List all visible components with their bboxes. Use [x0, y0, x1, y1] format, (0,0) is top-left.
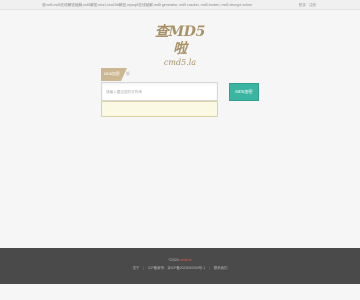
footer-separator: |	[209, 266, 210, 270]
site-description: 查md5,md5在线解密破解,md5解密,sha1,sha256解密,mysql…	[42, 3, 252, 7]
logo-title: 查MD5啦	[154, 24, 206, 57]
tab-encrypt[interactable]: MD5加密	[101, 68, 127, 81]
search-input[interactable]	[101, 82, 218, 101]
top-bar: 查md5,md5在线解密破解,md5解密,sha1,sha256解密,mysql…	[0, 0, 360, 10]
register-link[interactable]: 注册	[309, 3, 316, 7]
footer-about-link[interactable]: 关于	[133, 266, 140, 270]
account-links: 登录 注册	[297, 0, 316, 9]
footer-links: 关于 | ICP备案号：京ICP备2023000000号-1 | 联系我们	[0, 265, 360, 270]
copyright-site[interactable]: cmd5.la	[180, 258, 192, 262]
result-box	[101, 101, 218, 117]
submit-button[interactable]: MD5加密	[229, 83, 259, 101]
login-link[interactable]: 登录	[299, 3, 306, 7]
tab-decrypt[interactable]: 解密	[126, 68, 130, 89]
footer-icp[interactable]: ICP备案号：京ICP备2023000000号-1	[148, 266, 205, 270]
site-logo[interactable]: 查MD5啦 cmd5.la	[152, 24, 208, 67]
footer: ©2024 cmd5.la 关于 | ICP备案号：京ICP备202300000…	[0, 248, 360, 284]
footer-contact-link[interactable]: 联系我们	[214, 266, 228, 270]
footer-copyright: ©2024 cmd5.la	[0, 258, 360, 262]
footer-separator: |	[143, 266, 145, 270]
copyright-year: ©2024	[168, 258, 179, 262]
bottom-strip	[0, 284, 360, 300]
logo-domain: cmd5.la	[163, 58, 197, 67]
